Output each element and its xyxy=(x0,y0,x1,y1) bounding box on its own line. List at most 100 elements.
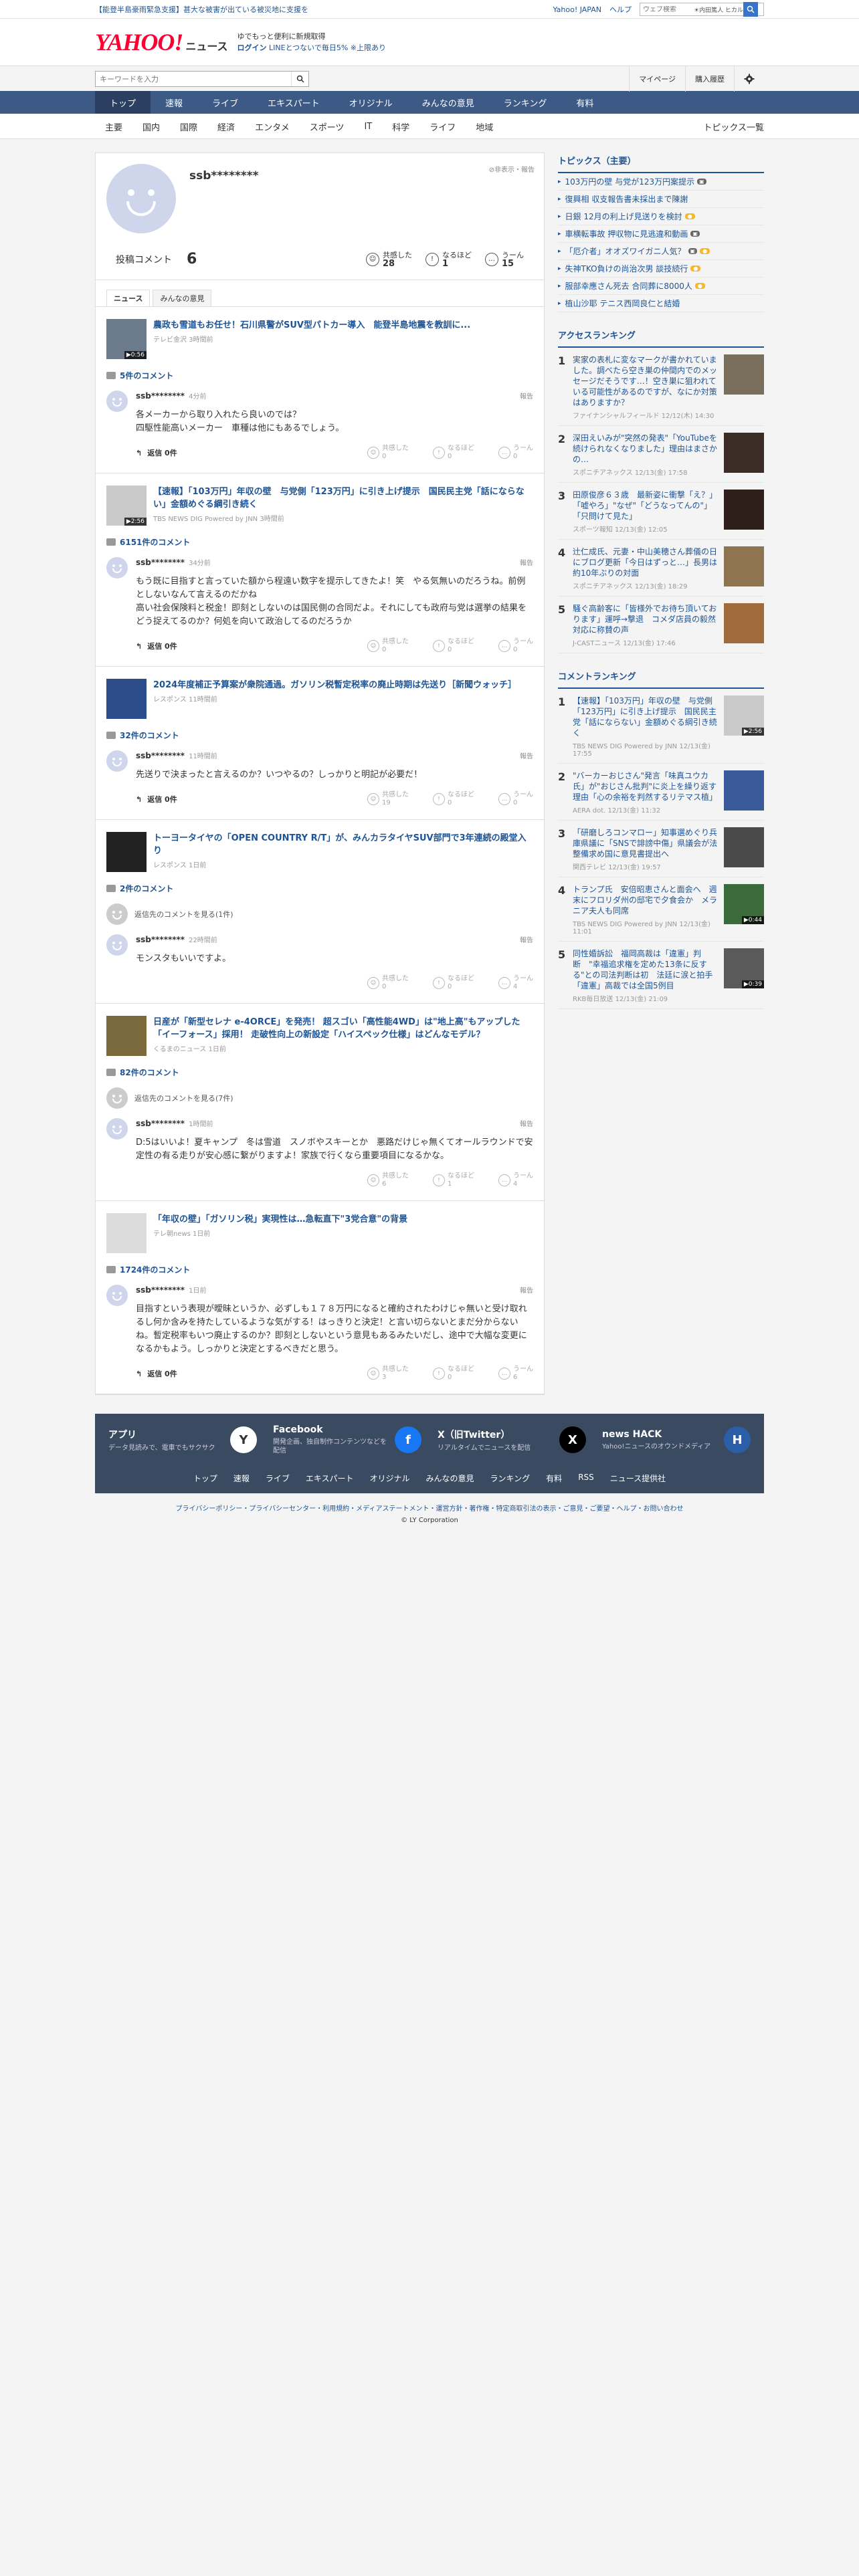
x-card[interactable]: X（旧Twitter） リアルタイムでニュースを配信 X xyxy=(431,1424,593,1455)
disaster-support-link[interactable]: 【能登半島豪雨緊急支援】甚大な被害が出ている被災地に支援を xyxy=(95,4,308,15)
article-title[interactable]: トーヨータイヤの「OPEN COUNTRY R/T」が、みんカラタイヤSUV部門… xyxy=(153,832,533,857)
footer-nav-link[interactable]: RSS xyxy=(578,1473,594,1484)
vote-understood-button[interactable]: ! なるほど 0 xyxy=(433,975,474,991)
ranking-title[interactable]: "バーカーおじさん"発言「味真ユウカ氏」が"おじさん批判"に炎上を繰り返す理由「… xyxy=(573,770,719,802)
footer-nav-link[interactable]: ライブ xyxy=(266,1473,290,1484)
nav-tab-live[interactable]: ライブ xyxy=(197,91,253,114)
legal-links[interactable]: プライバシーポリシー・プライバシーセンター・利用規約・メディアステートメント・運… xyxy=(0,1503,859,1513)
ranking-item[interactable]: 4 トランプ氏 安倍昭恵さんと面会へ 週末にフロリダ州の邸宅で夕食会か メラニア夫… xyxy=(558,877,764,942)
ranking-thumbnail[interactable] xyxy=(724,770,764,811)
ranking-thumbnail[interactable] xyxy=(724,433,764,473)
ranking-thumbnail[interactable] xyxy=(724,546,764,586)
article-thumbnail[interactable]: ▶2:56 xyxy=(106,486,147,526)
nav-tab-top[interactable]: トップ xyxy=(95,91,151,114)
ranking-item[interactable]: 1 【速報】「103万円」年収の壁 与党側「123万円」に引き上げ提示 国民民主党… xyxy=(558,689,764,764)
comment-count-link[interactable]: 6151件のコメント xyxy=(106,536,533,548)
footer-nav-link[interactable]: ランキング xyxy=(490,1473,531,1484)
reply-button[interactable]: ↰ 返信 0件 xyxy=(136,447,177,458)
vote-understood-button[interactable]: ! なるほど 0 xyxy=(433,791,474,807)
nav-tab-ranking[interactable]: ランキング xyxy=(489,91,562,114)
nav-tab-paid[interactable]: 有料 xyxy=(561,91,608,114)
yahoo-japan-link[interactable]: Yahoo! JAPAN xyxy=(553,5,601,14)
news-search-input[interactable] xyxy=(96,74,291,84)
report-link[interactable]: 報告 xyxy=(520,750,533,760)
topic-link[interactable]: ▸ 「厄介者」オオズワイガニ人気？ ▣ ● xyxy=(558,243,764,260)
hide-report-link[interactable]: ⊘非表示・報告 xyxy=(489,164,535,174)
ranking-thumbnail[interactable] xyxy=(724,827,764,867)
purchase-history-link[interactable]: 購入履歴 xyxy=(685,66,734,92)
vote-empathy-button[interactable]: ☺ 共感した 0 xyxy=(367,638,409,654)
all-topics-link[interactable]: トピックス一覧 xyxy=(703,120,764,133)
report-link[interactable]: 報告 xyxy=(520,934,533,944)
category-science[interactable]: 科学 xyxy=(382,114,419,139)
ranking-thumbnail[interactable]: ▶0:44 xyxy=(724,884,764,924)
article-title[interactable]: 日産が「新型セレナ e-4ORCE」を発売！ 超スゴい「高性能4WD」は"地上高… xyxy=(153,1016,533,1041)
parent-comment-link[interactable]: 返信先のコメントを見る(1件) xyxy=(106,903,533,925)
ranking-title[interactable]: 「研磨しろコンマロー」知事選めぐり兵庫県議に「SNSで誹謗中傷」県議会が法整備求… xyxy=(573,827,719,859)
ranking-item[interactable]: 2 深田えいみが"突然の発表"「YouTubeを続けられなくなりました」理由はまさ… xyxy=(558,426,764,483)
footer-nav-link[interactable]: 速報 xyxy=(233,1473,250,1484)
ranking-title[interactable]: 実家の表札に変なマークが書かれていました。調べたら空き巣の仲間内でのメッセージだ… xyxy=(573,354,719,408)
yahoo-news-logo[interactable]: YAHOO! ニュース xyxy=(95,28,228,56)
ranking-item[interactable]: 3 田原俊彦６３歳 最新姿に衝撃「え？」「嘘やろ」"なぜ"「どうなってんの"」「只… xyxy=(558,483,764,540)
ranking-item[interactable]: 5 同性婚訴訟 福岡高裁は「違憲」判断 "幸福追求権を定めた13条に反する"との司… xyxy=(558,942,764,1009)
article-card[interactable]: 2024年度補正予算案が衆院通過。ガソリン税暫定税率の廃止時期は先送り［新聞ウォ… xyxy=(106,679,533,719)
login-link[interactable]: ログイン xyxy=(237,43,267,52)
topic-link[interactable]: ▸ 復興相 収支報告書未採出まで陳謝 xyxy=(558,191,764,208)
category-sports[interactable]: スポーツ xyxy=(300,114,355,139)
vote-hmm-button[interactable]: … うーん 0 xyxy=(498,791,533,807)
article-card[interactable]: ▶2:56 【速報】「103万円」年収の壁 与党側「123万円」に引き上げ提示 国… xyxy=(106,486,533,526)
category-life[interactable]: ライフ xyxy=(419,114,466,139)
web-search-input[interactable] xyxy=(640,5,694,13)
reply-button[interactable]: ↰ 返信 0件 xyxy=(136,641,177,651)
article-thumbnail[interactable] xyxy=(106,832,147,872)
mypage-link[interactable]: マイページ xyxy=(629,66,685,92)
topic-link[interactable]: ▸ 植山沙耶 テニス西岡良仁と結婚 xyxy=(558,295,764,312)
article-card[interactable]: 「年収の壁」「ガソリン税」実現性は…急転直下"3党合意"の背景 テレ朝news 1… xyxy=(106,1213,533,1253)
footer-nav-link[interactable]: オリジナル xyxy=(370,1473,410,1484)
category-domestic[interactable]: 国内 xyxy=(132,114,170,139)
ranking-title[interactable]: 深田えいみが"突然の発表"「YouTubeを続けられなくなりました」理由はまさか… xyxy=(573,433,719,465)
comment-count-link[interactable]: 2件のコメント xyxy=(106,883,533,894)
newshack-card[interactable]: news HACK Yahoo!ニュースのオウンドメディア H xyxy=(595,1424,757,1455)
footer-nav-link[interactable]: みんなの意見 xyxy=(426,1473,474,1484)
ranking-title[interactable]: 田原俊彦６３歳 最新姿に衝撃「え？」「嘘やろ」"なぜ"「どうなってんの"」「只問… xyxy=(573,490,719,522)
vote-hmm-button[interactable]: … うーん 4 xyxy=(498,1172,533,1188)
settings-button[interactable] xyxy=(734,66,764,92)
article-title[interactable]: 【速報】「103万円」年収の壁 与党側「123万円」に引き上げ提示 国民民主党「… xyxy=(153,486,533,511)
tab-news[interactable]: ニュース xyxy=(106,290,151,306)
category-world[interactable]: 国際 xyxy=(170,114,207,139)
topic-link[interactable]: ▸ 車横転事故 押収物に見逃違和動画 ▣ xyxy=(558,225,764,243)
ranking-item[interactable]: 4 辻仁成氏、元妻・中山美穂さん葬儀の日にブログ更新「今日はずっと…」長男は約10… xyxy=(558,540,764,597)
ranking-thumbnail[interactable] xyxy=(724,603,764,643)
ranking-item[interactable]: 2 "バーカーおじさん"発言「味真ユウカ氏」が"おじさん批判"に炎上を繰り返す理由… xyxy=(558,764,764,821)
footer-nav-link[interactable]: 有料 xyxy=(546,1473,562,1484)
tab-opinions[interactable]: みんなの意見 xyxy=(153,290,212,306)
ranking-title[interactable]: トランプ氏 安倍昭恵さんと面会へ 週末にフロリダ州の邸宅で夕食会か メラニア夫人… xyxy=(573,884,719,916)
ranking-title[interactable]: 同性婚訴訟 福岡高裁は「違憲」判断 "幸福追求権を定めた13条に反する"との司法… xyxy=(573,948,719,991)
reply-button[interactable]: ↰ 返信 0件 xyxy=(136,794,177,804)
topic-link[interactable]: ▸ 服部幸應さん死去 合同葬に8000人 ● xyxy=(558,278,764,295)
article-title[interactable]: 「年収の壁」「ガソリン税」実現性は…急転直下"3党合意"の背景 xyxy=(153,1213,407,1226)
help-link[interactable]: ヘルプ xyxy=(609,4,632,15)
vote-understood-button[interactable]: ! なるほど 0 xyxy=(433,1366,474,1382)
ranking-title[interactable]: 騒ぐ高齢客に「皆様外でお待ち頂いております」運呼→撃退 コメダ店員の毅然対応に称… xyxy=(573,603,719,635)
article-thumbnail[interactable]: ▶0:56 xyxy=(106,319,147,359)
category-entertainment[interactable]: エンタメ xyxy=(245,114,300,139)
ranking-thumbnail[interactable] xyxy=(724,490,764,530)
nav-tab-expert[interactable]: エキスパート xyxy=(253,91,335,114)
vote-understood-button[interactable]: ! なるほど 0 xyxy=(433,638,474,654)
article-card[interactable]: 日産が「新型セレナ e-4ORCE」を発売！ 超スゴい「高性能4WD」は"地上高… xyxy=(106,1016,533,1056)
report-link[interactable]: 報告 xyxy=(520,391,533,401)
ranking-thumbnail[interactable] xyxy=(724,354,764,395)
vote-empathy-button[interactable]: ☺ 共感した 19 xyxy=(367,791,409,807)
nav-tab-opinions[interactable]: みんなの意見 xyxy=(407,91,489,114)
category-local[interactable]: 地域 xyxy=(466,114,503,139)
vote-empathy-button[interactable]: ☺ 共感した 0 xyxy=(367,975,409,991)
article-title[interactable]: 2024年度補正予算案が衆院通過。ガソリン税暫定税率の廃止時期は先送り［新聞ウォ… xyxy=(153,679,516,691)
article-title[interactable]: 農政も雪道もお任せ！石川県警がSUV型パトカー導入 能登半島地震を教訓に... xyxy=(153,319,470,332)
vote-hmm-button[interactable]: … うーん 6 xyxy=(498,1366,533,1382)
topic-link[interactable]: ▸ 失神TKO負けの尚治次男 談技続行 ● xyxy=(558,260,764,278)
ranking-thumbnail[interactable]: ▶0:39 xyxy=(724,948,764,988)
ranking-item[interactable]: 1 実家の表札に変なマークが書かれていました。調べたら空き巣の仲間内でのメッセージ… xyxy=(558,348,764,426)
